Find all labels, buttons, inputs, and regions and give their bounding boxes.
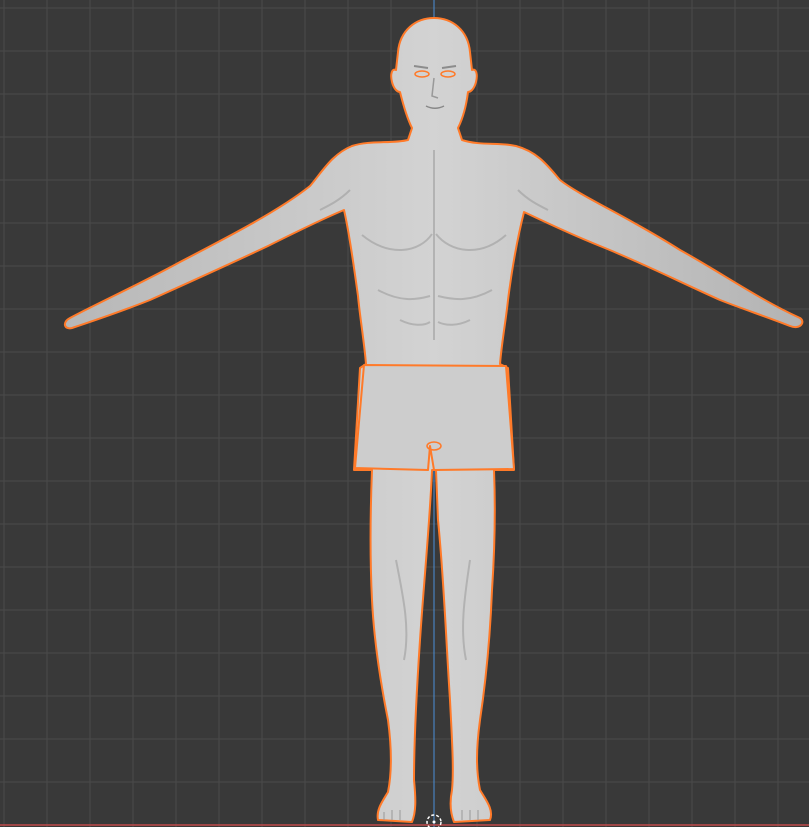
3d-viewport[interactable]	[0, 0, 809, 827]
viewport-canvas[interactable]	[0, 0, 809, 827]
shorts[interactable]	[354, 364, 515, 471]
